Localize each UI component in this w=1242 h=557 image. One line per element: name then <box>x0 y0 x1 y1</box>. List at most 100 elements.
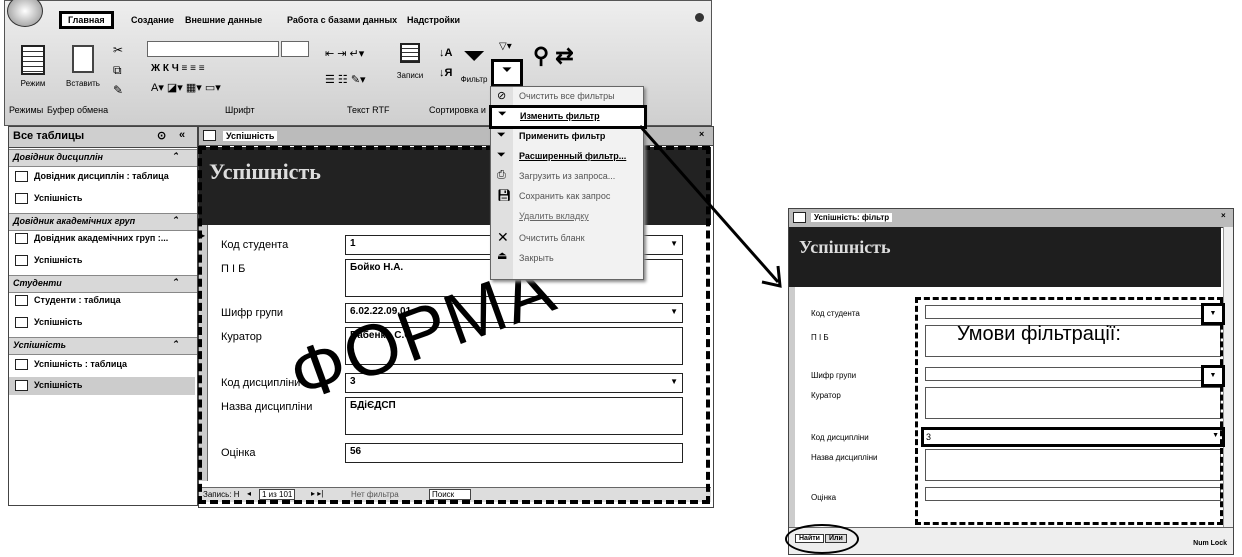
conditions-label: Умови фільтрації: <box>957 323 1121 345</box>
arrow-connector <box>638 125 782 288</box>
cut-icon[interactable]: ✂ <box>113 43 123 57</box>
filter-form-title: Успішність <box>799 237 891 257</box>
navigation-pane: Все таблицы ⊙ « Довідник дисциплін ⌃ Дові… <box>8 126 198 506</box>
close-x-icon: ✕ <box>497 229 509 245</box>
advanced-filter-button[interactable]: ⏷ <box>491 59 523 87</box>
chevron-up-icon[interactable]: ⌃ <box>171 277 179 288</box>
bold-icon[interactable]: Ж К Ч ≡ ≡ ≡ <box>151 63 205 74</box>
menu-item[interactable]: Очистить все фильтры <box>519 91 615 101</box>
nav-group[interactable]: Успішність ⌃ <box>9 337 197 355</box>
nav-item[interactable]: Успішність : таблица <box>15 359 127 371</box>
group-sort: Сортировка и <box>429 105 486 115</box>
paste-icon <box>72 45 94 73</box>
chevron-up-icon[interactable]: ⌃ <box>171 339 179 350</box>
group-rtf: Текст RTF <box>347 105 390 115</box>
advanced-filter-icon: ⏷ <box>497 149 506 161</box>
chevron-up-icon[interactable]: ⌃ <box>171 151 179 162</box>
font-color-icon[interactable]: A▾ ◪▾ ▦▾ ▭▾ <box>151 81 221 94</box>
table-icon <box>15 171 28 183</box>
menu-item[interactable]: Сохранить как запрос <box>519 191 610 201</box>
group-font: Шрифт <box>225 105 255 115</box>
paste-button[interactable]: Вставить <box>61 45 105 99</box>
records-label: Записи <box>396 71 424 80</box>
group-clipboard: Буфер обмена <box>47 105 109 115</box>
field-label: Куратор <box>811 391 841 400</box>
chevron-up-icon[interactable]: ⌃ <box>171 215 179 226</box>
nav-item[interactable]: Довідник академічних груп :... <box>15 233 168 245</box>
dropdown-button[interactable]: ▼ <box>1201 365 1225 387</box>
filter-form-tab-label: Успішність: фільтр <box>811 213 893 222</box>
tab-create[interactable]: Создание <box>131 15 174 25</box>
dropdown-button[interactable]: ▼ <box>1201 303 1225 325</box>
tab-home[interactable]: Главная <box>59 11 114 29</box>
mode-label: Режим <box>20 79 46 88</box>
table-icon <box>15 359 28 371</box>
font-size-select[interactable] <box>281 41 309 57</box>
form-icon <box>15 193 28 205</box>
list-icon[interactable]: ☰ ☷ ✎▾ <box>325 73 366 86</box>
apply-filter-icon: ⏷ <box>497 129 506 141</box>
field-label: Оцінка <box>811 493 837 502</box>
paste-label: Вставить <box>66 79 100 88</box>
save-icon: 💾︎ <box>497 190 511 202</box>
tab-addins[interactable]: Надстройки <box>407 15 460 25</box>
nav-item[interactable]: Успішність <box>15 193 82 205</box>
form-tab-label: Успішність <box>223 131 278 141</box>
copy-icon[interactable]: ⧉ <box>113 63 122 78</box>
clear-filter-icon: ⊘ <box>497 90 507 102</box>
nav-group[interactable]: Довідник дисциплін ⌃ <box>9 149 197 167</box>
font-name-select[interactable] <box>147 41 279 57</box>
record-selector[interactable] <box>789 287 795 527</box>
format-painter-icon[interactable]: ✎ <box>113 83 123 97</box>
nav-item[interactable]: Успішність <box>15 255 82 267</box>
filter-label: Фильтр <box>460 75 488 84</box>
records-button[interactable]: Записи <box>393 43 427 99</box>
chevron-down-icon[interactable]: ⊙ <box>157 129 166 142</box>
records-icon <box>400 43 420 63</box>
office-button-icon[interactable] <box>7 0 43 27</box>
nav-item-selected[interactable]: Успішність <box>9 377 195 395</box>
nav-item[interactable]: Студенти : таблица <box>15 295 121 307</box>
nav-header-label: Все таблицы <box>13 130 85 142</box>
filter-bottom-bar: Найти Или Num Lock <box>785 524 1233 554</box>
menu-item[interactable]: Очистить бланк <box>519 233 585 243</box>
field-label: Код дисципліни <box>811 433 869 442</box>
close-icon: ⏏ <box>497 250 508 262</box>
form-icon <box>15 317 28 329</box>
filter-form-tab[interactable]: Успішність: фільтр × <box>789 209 1233 228</box>
find-icon[interactable]: ⚲ ⇄ <box>533 43 574 69</box>
menu-item[interactable]: Применить фильтр <box>519 131 605 141</box>
view-icon <box>21 45 45 75</box>
menu-item[interactable]: Закрыть <box>519 253 554 263</box>
nav-item[interactable]: Успішність <box>15 317 82 329</box>
load-icon: ⎙ <box>497 169 506 181</box>
status-num-lock: Num Lock <box>1193 540 1227 547</box>
sort-asc-icon[interactable]: ↓A <box>439 47 452 59</box>
field-label: Код студента <box>811 309 860 318</box>
help-icon[interactable] <box>695 13 704 22</box>
form-icon <box>15 380 28 392</box>
nav-group[interactable]: Довідник академічних груп ⌃ <box>9 213 197 231</box>
table-icon <box>15 233 28 245</box>
tab-database-tools[interactable]: Работа с базами данных <box>287 15 397 25</box>
nav-item[interactable]: Довідник дисциплін : таблица <box>15 171 169 183</box>
sort-desc-icon[interactable]: ↓Я <box>439 67 452 79</box>
menu-item[interactable]: Удалить вкладку <box>519 211 589 221</box>
nav-header[interactable]: Все таблицы ⊙ « <box>9 127 197 148</box>
selection-filter-icon[interactable]: ▽▾ <box>499 41 512 52</box>
tabs-circle-highlight <box>785 524 859 554</box>
tab-external-data[interactable]: Внешние данные <box>185 15 262 25</box>
filter-button[interactable]: ⏷ Фильтр <box>459 41 489 97</box>
nav-group[interactable]: Студенти ⌃ <box>9 275 197 293</box>
field-label: П І Б <box>811 333 829 342</box>
field-label: Шифр групи <box>811 371 857 380</box>
form-icon <box>203 130 216 141</box>
indent-icon[interactable]: ⇤ ⇥ ↵▾ <box>325 47 364 60</box>
group-modes: Режимы <box>9 105 44 115</box>
form-icon <box>793 212 806 223</box>
close-icon[interactable]: × <box>1221 211 1226 220</box>
mode-button[interactable]: Режим <box>13 45 53 99</box>
form-icon <box>15 255 28 267</box>
collapse-icon[interactable]: « <box>179 129 185 141</box>
table-icon <box>15 295 28 307</box>
